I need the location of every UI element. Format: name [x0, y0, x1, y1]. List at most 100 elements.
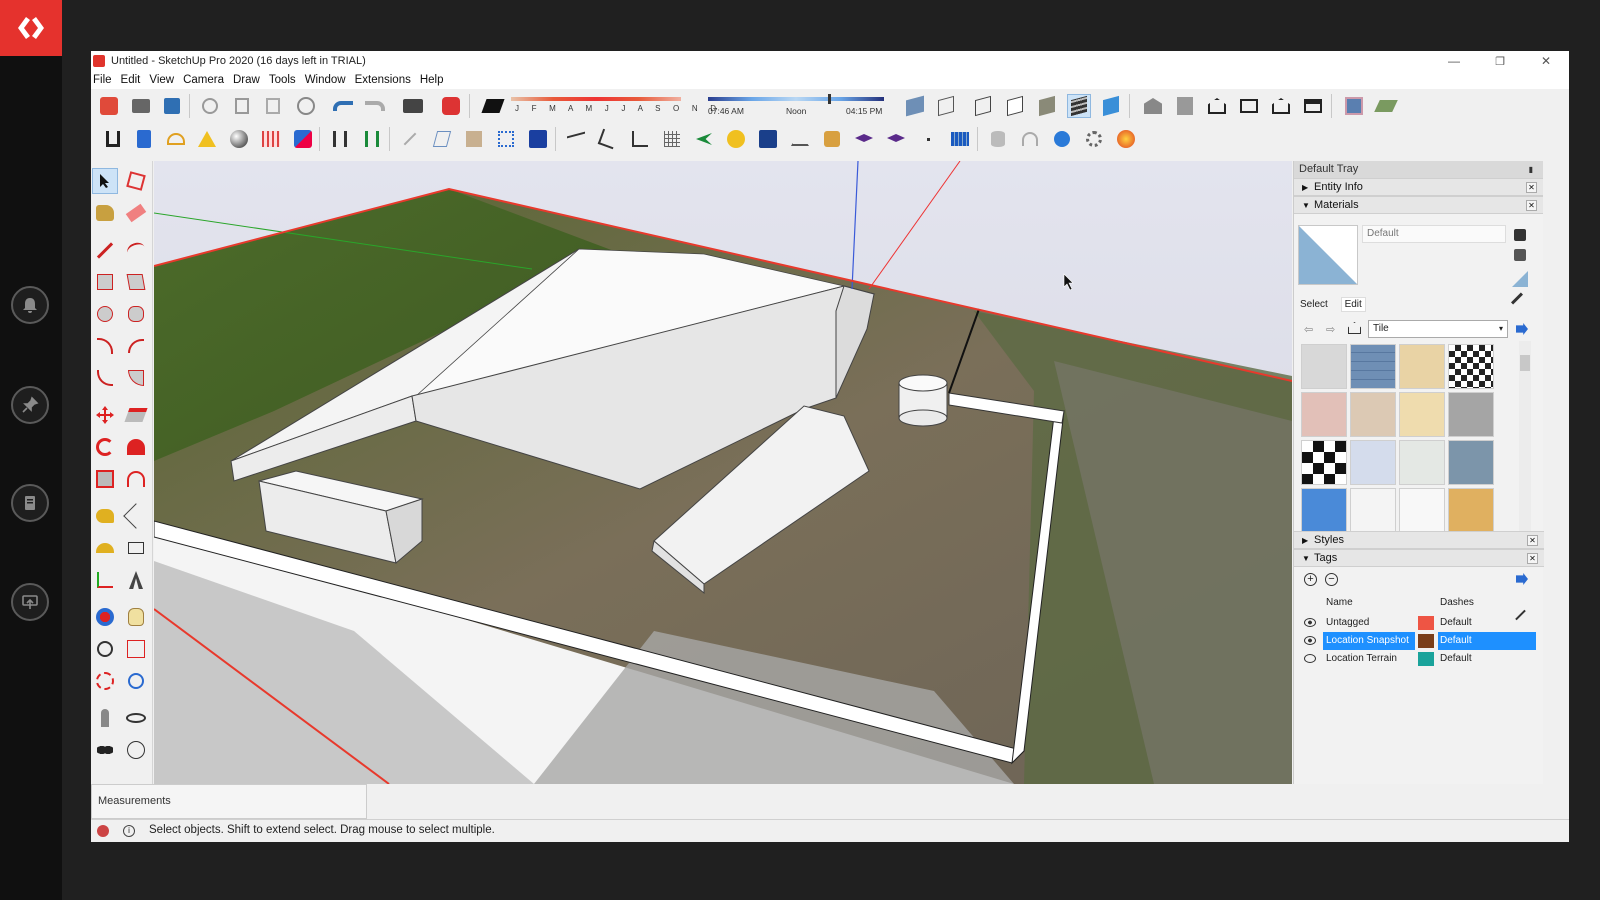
left-view-button[interactable] — [1301, 94, 1325, 118]
iso-view-button[interactable] — [1141, 94, 1165, 118]
material-name-field[interactable]: Default — [1362, 225, 1506, 243]
ext-tool-21-button[interactable] — [756, 127, 780, 151]
look-around-tool[interactable] — [123, 705, 149, 731]
geo-location-icon[interactable] — [97, 825, 109, 837]
menu-tools[interactable]: Tools — [267, 74, 303, 86]
material-swatch[interactable] — [1301, 488, 1347, 533]
material-swatch[interactable] — [1350, 488, 1396, 533]
month-slider-track[interactable] — [511, 97, 681, 101]
zoom-tool[interactable] — [92, 636, 118, 662]
close-panel-icon[interactable]: ✕ — [1526, 182, 1537, 193]
push-pull-tool[interactable] — [123, 402, 149, 428]
ext-tool-6-button[interactable] — [259, 127, 283, 151]
material-swatch[interactable] — [1350, 344, 1396, 389]
line-tool[interactable] — [92, 237, 118, 263]
ext-tool-22-button[interactable] — [788, 127, 812, 151]
model-info-button[interactable] — [439, 94, 463, 118]
tag-color-swatch[interactable] — [1418, 616, 1434, 630]
walk-tool[interactable] — [92, 737, 118, 763]
ext-tool-20-button[interactable] — [724, 127, 748, 151]
default-material-icon[interactable] — [1512, 271, 1528, 287]
ext-tool-2-button[interactable] — [132, 127, 156, 151]
tag-color-swatch[interactable] — [1418, 634, 1434, 648]
freehand-tool[interactable] — [123, 237, 149, 263]
render-button[interactable] — [1114, 127, 1138, 151]
visibility-eye-icon[interactable] — [1304, 618, 1316, 627]
close-panel-icon[interactable]: ✕ — [1527, 553, 1538, 564]
make-component-tool[interactable] — [123, 168, 149, 194]
wireframe-button[interactable] — [971, 94, 995, 118]
pan-tool[interactable] — [123, 604, 149, 630]
rectangle-tool[interactable] — [92, 269, 118, 295]
ext-tool-3-button[interactable] — [164, 127, 188, 151]
3d-text-tool[interactable] — [123, 567, 149, 593]
ext-tool-12-button[interactable] — [462, 127, 486, 151]
cut-button[interactable] — [198, 94, 222, 118]
panel-entity-info[interactable]: ▶ Entity Info ✕ — [1294, 178, 1543, 196]
back-edges-button[interactable] — [934, 94, 958, 118]
tag-name[interactable]: Location Terrain — [1323, 650, 1415, 668]
tray-pin-icon[interactable]: ▮ — [1529, 161, 1533, 178]
rotated-rectangle-tool[interactable] — [123, 269, 149, 295]
tag-name[interactable]: Untagged — [1323, 614, 1415, 632]
time-slider-handle[interactable] — [828, 94, 831, 104]
tag-dashes[interactable]: Default — [1438, 614, 1536, 632]
redo-button[interactable] — [363, 94, 387, 118]
material-swatch[interactable] — [1399, 392, 1445, 437]
material-swatch[interactable] — [1399, 440, 1445, 485]
ext-tool-1-button[interactable] — [101, 127, 125, 151]
menu-camera[interactable]: Camera — [181, 74, 231, 86]
menu-view[interactable]: View — [147, 74, 181, 86]
menu-draw[interactable]: Draw — [231, 74, 267, 86]
paint-bucket-tool[interactable] — [92, 200, 118, 226]
close-panel-icon[interactable]: ✕ — [1527, 535, 1538, 546]
remove-tag-icon[interactable]: − — [1325, 573, 1338, 586]
menu-extensions[interactable]: Extensions — [353, 74, 418, 86]
select-tool[interactable] — [92, 168, 118, 194]
tags-col-dashes[interactable]: Dashes — [1440, 597, 1474, 608]
material-swatch[interactable] — [1448, 392, 1494, 437]
ext-tool-18-button[interactable] — [660, 127, 684, 151]
preferences-button[interactable] — [1082, 127, 1106, 151]
ext-tool-23-button[interactable] — [820, 127, 844, 151]
text-tool[interactable] — [123, 535, 149, 561]
two-point-arc-tool[interactable] — [123, 333, 149, 359]
axes-tool[interactable] — [92, 567, 118, 593]
panel-materials[interactable]: ▼ Materials ✕ — [1294, 196, 1543, 214]
material-swatch[interactable] — [1350, 392, 1396, 437]
material-swatch[interactable] — [1399, 344, 1445, 389]
polygon-tool[interactable] — [123, 301, 149, 327]
material-swatch[interactable] — [1350, 440, 1396, 485]
hidden-line-button[interactable] — [1003, 94, 1027, 118]
ext-tool-14-button[interactable] — [526, 127, 550, 151]
back-view-button[interactable] — [1269, 94, 1293, 118]
material-swatch[interactable] — [1448, 344, 1494, 389]
share-screen-button[interactable] — [11, 583, 49, 621]
material-swatch[interactable] — [1301, 440, 1347, 485]
top-view-button[interactable] — [1173, 94, 1197, 118]
swatch-scrollbar[interactable] — [1519, 341, 1531, 537]
circle-tool[interactable] — [92, 301, 118, 327]
notes-button[interactable] — [11, 484, 49, 522]
shadow-date-slider[interactable]: J F M A M J J A S O N D — [511, 97, 716, 119]
model-viewport[interactable] — [154, 161, 1292, 784]
arc-tool[interactable] — [92, 333, 118, 359]
ext-tool-11-button[interactable] — [430, 127, 454, 151]
material-swatch[interactable] — [1301, 392, 1347, 437]
undo-button[interactable] — [331, 94, 355, 118]
paste-button[interactable] — [261, 94, 285, 118]
home-icon[interactable] — [1348, 322, 1361, 334]
ext-tool-15-button[interactable] — [564, 127, 588, 151]
xray-style-button[interactable] — [903, 94, 927, 118]
create-material-icon[interactable] — [1514, 249, 1526, 261]
ext-tool-24-button[interactable] — [852, 127, 876, 151]
menu-edit[interactable]: Edit — [119, 74, 148, 86]
follow-me-tool[interactable] — [123, 434, 149, 460]
maximize-button[interactable]: ❐ — [1477, 51, 1523, 71]
close-panel-icon[interactable]: ✕ — [1526, 200, 1537, 211]
three-point-arc-tool[interactable] — [92, 365, 118, 391]
shaded-textures-button[interactable] — [1067, 94, 1091, 118]
ext-tool-19-button[interactable] — [692, 127, 716, 151]
offset-tool[interactable] — [123, 466, 149, 492]
ext-tool-25-button[interactable] — [884, 127, 908, 151]
